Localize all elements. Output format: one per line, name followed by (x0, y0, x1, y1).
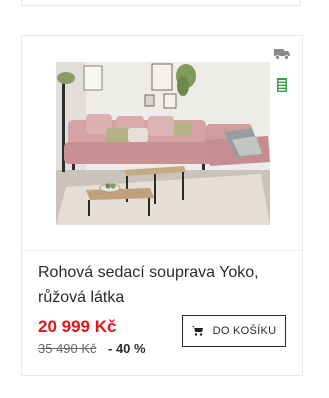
truck-icon (274, 49, 290, 60)
product-title[interactable]: Rohová sedací souprava Yoko, růžová látk… (38, 260, 288, 310)
in-stock-icon (277, 78, 287, 92)
product-image[interactable] (56, 62, 270, 225)
previous-product-card (21, 0, 301, 6)
product-title-line-1[interactable]: Rohová sedací souprava Yoko, (38, 260, 288, 285)
product-card[interactable]: Rohová sedací souprava Yoko, růžová látk… (21, 35, 303, 376)
product-image-area[interactable] (22, 36, 302, 251)
product-price: 20 999 Kč (38, 317, 117, 336)
discount-badge: - 40 % (108, 341, 146, 356)
product-old-price: 35 490 Kč (38, 341, 97, 356)
add-to-cart-label: DO KOŠÍKU (212, 325, 277, 337)
add-to-cart-button[interactable]: DO KOŠÍKU (182, 315, 286, 347)
product-title-line-2[interactable]: růžová látka (38, 285, 288, 310)
shopping-cart-icon (191, 326, 203, 336)
